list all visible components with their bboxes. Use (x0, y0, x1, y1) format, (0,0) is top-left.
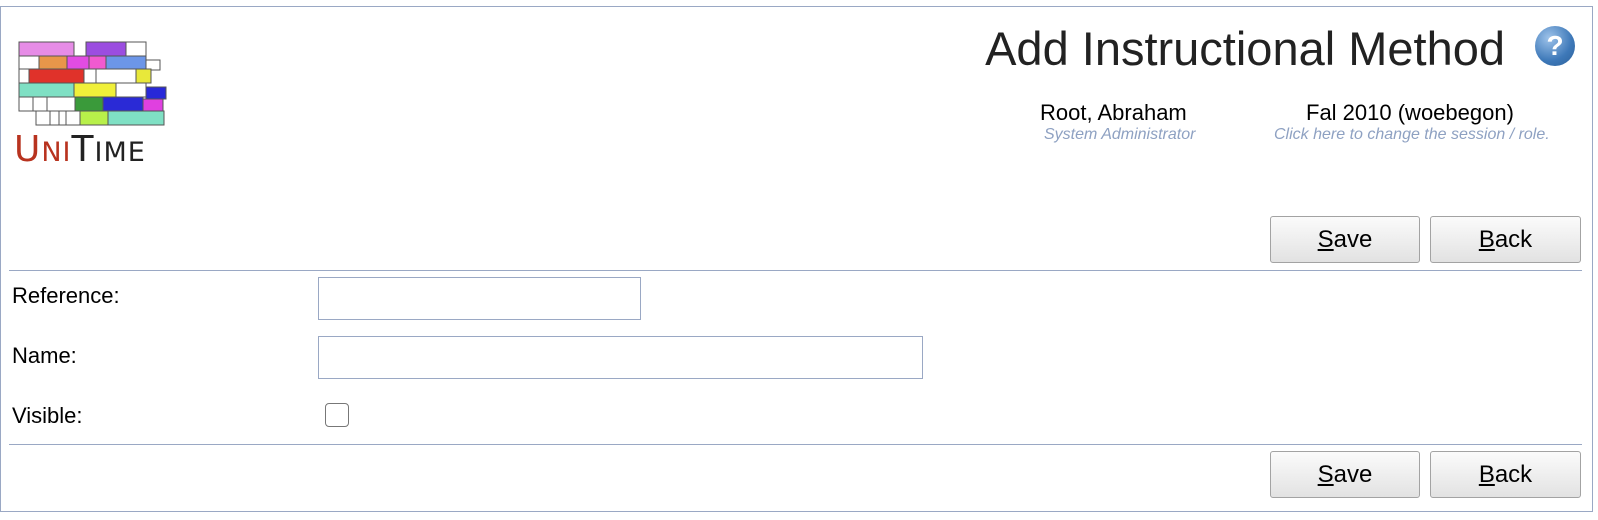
logo-letters-ime: IME (94, 137, 146, 168)
back-mnemonic: B (1478, 461, 1495, 488)
back-label: ack (1494, 226, 1533, 253)
user-name[interactable]: Root, Abraham (1040, 100, 1187, 126)
back-mnemonic: B (1478, 226, 1495, 253)
save-label: ave (1333, 226, 1373, 253)
session-change-hint[interactable]: Click here to change the session / role. (1274, 126, 1550, 144)
back-label: ack (1494, 461, 1533, 488)
back-button[interactable]: Back (1430, 451, 1581, 498)
session-name[interactable]: Fal 2010 (woebegon) (1306, 100, 1514, 126)
logo-wordmark: UNITIME (14, 132, 146, 168)
logo-letter-t: T (71, 129, 95, 170)
visible-checkbox[interactable] (325, 403, 349, 427)
footer-divider (9, 444, 1582, 445)
reference-label: Reference: (12, 283, 120, 308)
user-role[interactable]: System Administrator (1044, 126, 1214, 144)
save-button[interactable]: Save (1270, 451, 1420, 498)
logo-letters-ni: NI (41, 137, 72, 168)
save-mnemonic: S (1317, 226, 1334, 253)
help-icon[interactable]: ? (1535, 26, 1575, 66)
reference-input[interactable] (318, 277, 641, 320)
save-mnemonic: S (1317, 461, 1334, 488)
page-title: Add Instructional Method (985, 22, 1505, 75)
save-label: ave (1333, 461, 1373, 488)
name-input[interactable] (318, 336, 923, 379)
visible-label: Visible: (12, 403, 83, 428)
back-button[interactable]: Back (1430, 216, 1581, 263)
logo-letter-u: U (14, 129, 42, 170)
name-label: Name: (12, 343, 77, 368)
save-button[interactable]: Save (1270, 216, 1420, 263)
header-divider (9, 270, 1582, 271)
